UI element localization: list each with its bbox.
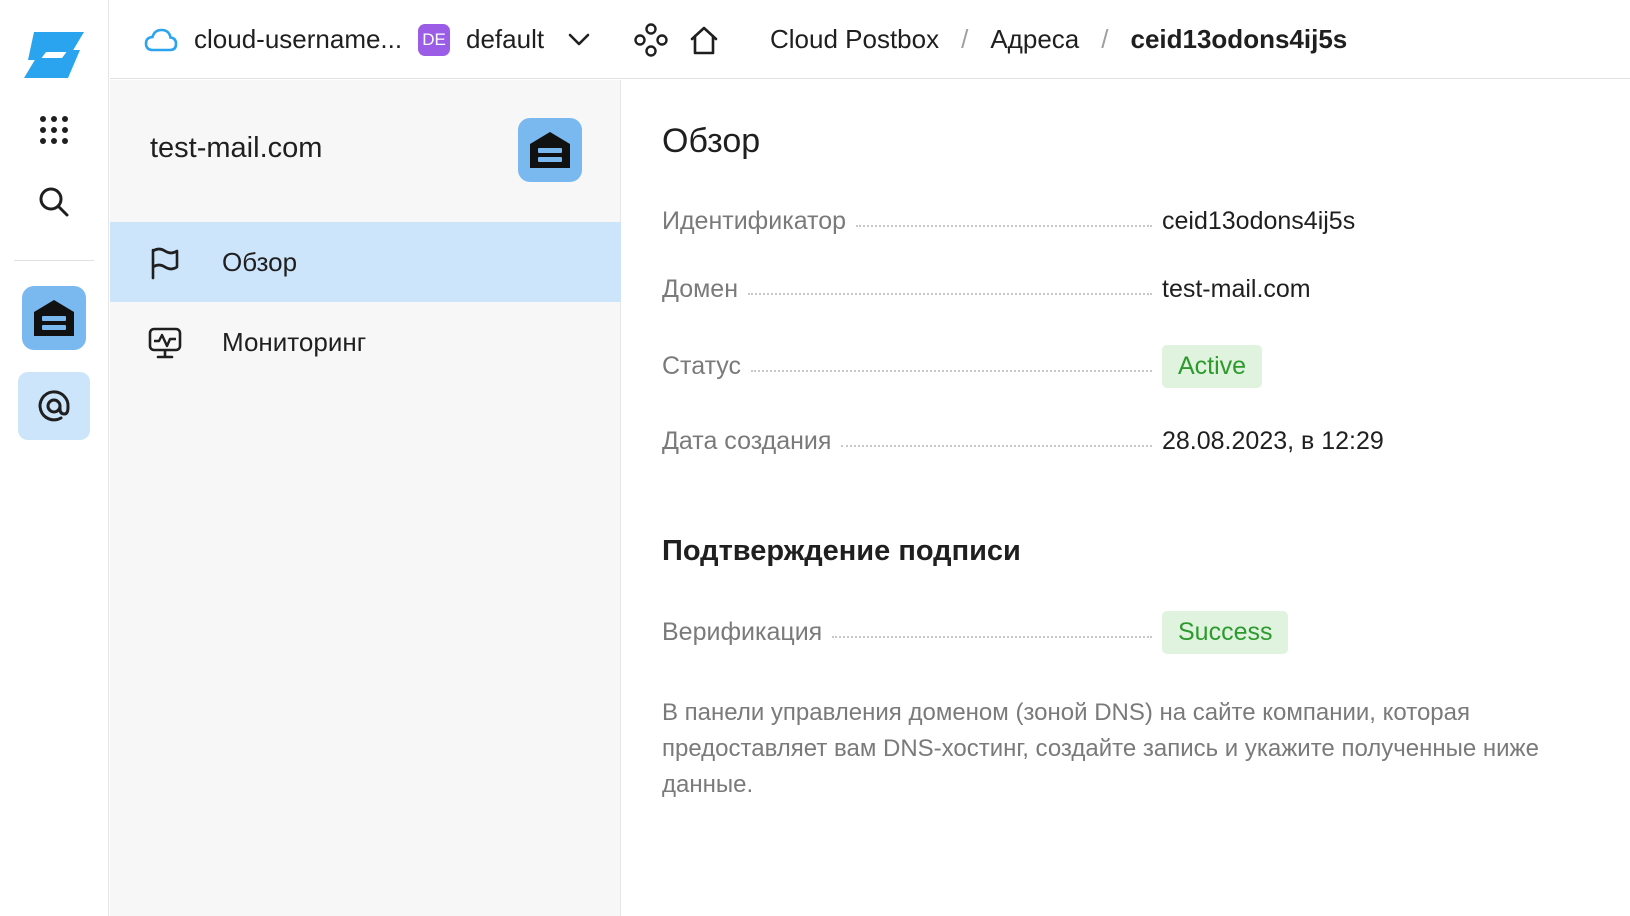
breadcrumb-service[interactable]: Cloud Postbox [770,24,939,55]
search-icon[interactable] [32,180,76,224]
sidebar-item-label: Мониторинг [222,326,367,357]
cloud-icon [144,0,178,79]
breadcrumb-separator: / [1101,24,1109,54]
resource-sidebar: test-mail.com Обзор Мониторинг [110,80,621,916]
status-badge: Active [1162,344,1263,388]
page-title: Обзор [662,122,761,160]
account-name[interactable]: cloud-username... [194,0,402,79]
sidebar-item-label: Обзор [222,246,298,277]
field-row-id: Идентификатор ceid13odons4ij5s [662,201,1542,241]
cloud-logo-icon[interactable] [20,26,88,84]
field-label: Идентификатор [662,206,847,235]
folder-name[interactable]: default [466,0,544,79]
dotted-leader [832,636,1152,638]
folder-badge-label: DE [418,23,450,56]
sidebar-item-overview[interactable]: Обзор [110,222,621,302]
field-value-id: ceid13odons4ij5s [1162,206,1356,235]
signature-section-title: Подтверждение подписи [662,535,1021,567]
sidebar-item-monitoring[interactable]: Мониторинг [110,302,621,382]
field-label: Дата создания [662,426,832,455]
left-rail [0,0,109,916]
field-label: Верификация [662,617,823,646]
field-value-created: 28.08.2023, в 12:29 [1162,426,1384,455]
chevron-down-icon[interactable] [568,0,590,79]
dotted-leader [751,370,1152,372]
breadcrumb-addresses[interactable]: Адреса [990,24,1079,55]
addresses-at-icon[interactable] [18,372,90,440]
services-grid-icon[interactable] [32,108,76,152]
field-value-domain: test-mail.com [1162,274,1311,303]
postbox-service-icon[interactable] [22,286,86,350]
field-row-verification: Верификация Success [662,609,1542,655]
field-row-status: Статус Active [662,343,1542,389]
dns-instructions: В панели управления доменом (зоной DNS) … [662,699,1539,798]
breadcrumb-separator: / [961,24,969,54]
dotted-leader [856,225,1152,227]
dotted-leader [841,445,1152,447]
postbox-service-icon [518,118,582,182]
resource-title: test-mail.com [150,132,323,164]
top-header: cloud-username... DE default Cloud Postb… [110,0,1630,79]
status-value: Active [1162,344,1542,388]
rail-divider [14,260,94,261]
dotted-leader [748,293,1152,295]
field-label: Статус [662,351,742,380]
verification-badge: Success [1162,610,1289,654]
resource-map-icon[interactable] [634,0,668,79]
flag-icon [148,246,182,280]
breadcrumb: Cloud Postbox / Адреса / ceid13odons4ij5… [770,0,1347,79]
home-icon[interactable] [688,0,720,79]
verification-value: Success [1162,610,1542,654]
field-row-created: Дата создания 28.08.2023, в 12:29 [662,421,1542,461]
field-row-domain: Домен test-mail.com [662,269,1542,309]
field-label: Домен [662,274,739,303]
monitoring-icon [148,326,182,360]
folder-badge: DE [418,0,450,79]
breadcrumb-current: ceid13odons4ij5s [1130,24,1348,54]
